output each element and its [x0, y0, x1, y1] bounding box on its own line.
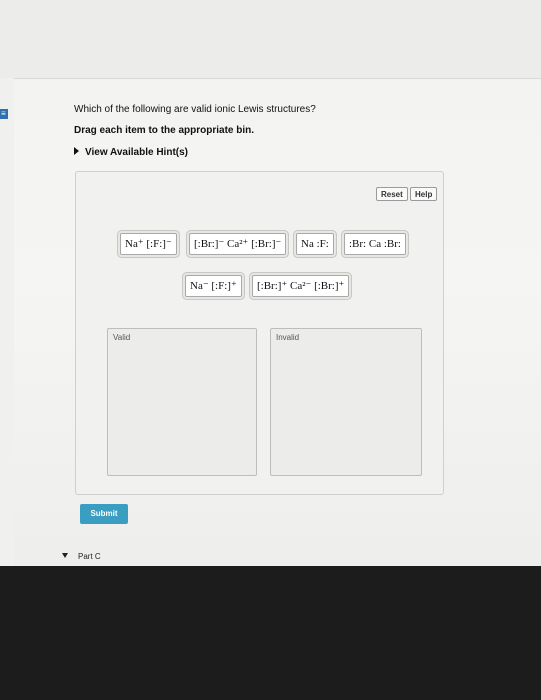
invalid-bin-label: Invalid — [276, 333, 300, 342]
drag-tile-cabr2-reversed[interactable]: [:Br:]⁺ Ca²⁻ [:Br:]⁺ — [252, 275, 350, 297]
view-hints-toggle[interactable]: View Available Hint(s) — [74, 147, 188, 158]
drag-tile-naf-reversed[interactable]: Na⁻ [:F:]⁺ — [185, 275, 242, 297]
part-c-label: Part C — [78, 552, 101, 561]
caret-right-icon — [74, 147, 79, 155]
valid-bin-label: Valid — [113, 333, 131, 342]
drag-tile-cabr2-covalent[interactable]: :Br: Ca :Br: — [344, 233, 406, 255]
valid-bin[interactable]: Valid — [107, 328, 257, 476]
page-header-bar — [0, 0, 541, 79]
caret-down-icon — [62, 553, 68, 558]
question-instruction: Drag each item to the appropriate bin. — [74, 125, 255, 136]
question-text: Which of the following are valid ionic L… — [74, 104, 316, 115]
drag-tile-cabr2-correct[interactable]: [:Br:]⁻ Ca²⁺ [:Br:]⁻ — [189, 233, 287, 255]
help-button[interactable]: Help — [410, 187, 438, 201]
browser-screen: ≡ Which of the following are valid ionic… — [0, 0, 541, 566]
drag-drop-workspace: Reset Help Na⁺ [:F:]⁻ [:Br:]⁻ Ca²⁺ [:Br:… — [75, 171, 444, 495]
drag-tile-naf-covalent[interactable]: Na :F: — [296, 233, 334, 255]
tab-marker-icon: ≡ — [1, 109, 6, 118]
part-c-toggle[interactable]: Part C — [62, 552, 101, 561]
question-tab-marker[interactable]: ≡ — [0, 109, 8, 119]
invalid-bin[interactable]: Invalid — [270, 328, 422, 476]
submit-button[interactable]: Submit — [80, 504, 128, 524]
hints-label: View Available Hint(s) — [85, 147, 188, 158]
drag-tile-nacl-correct[interactable]: Na⁺ [:F:]⁻ — [120, 233, 177, 255]
reset-button[interactable]: Reset — [376, 187, 408, 201]
left-edge — [0, 78, 14, 566]
